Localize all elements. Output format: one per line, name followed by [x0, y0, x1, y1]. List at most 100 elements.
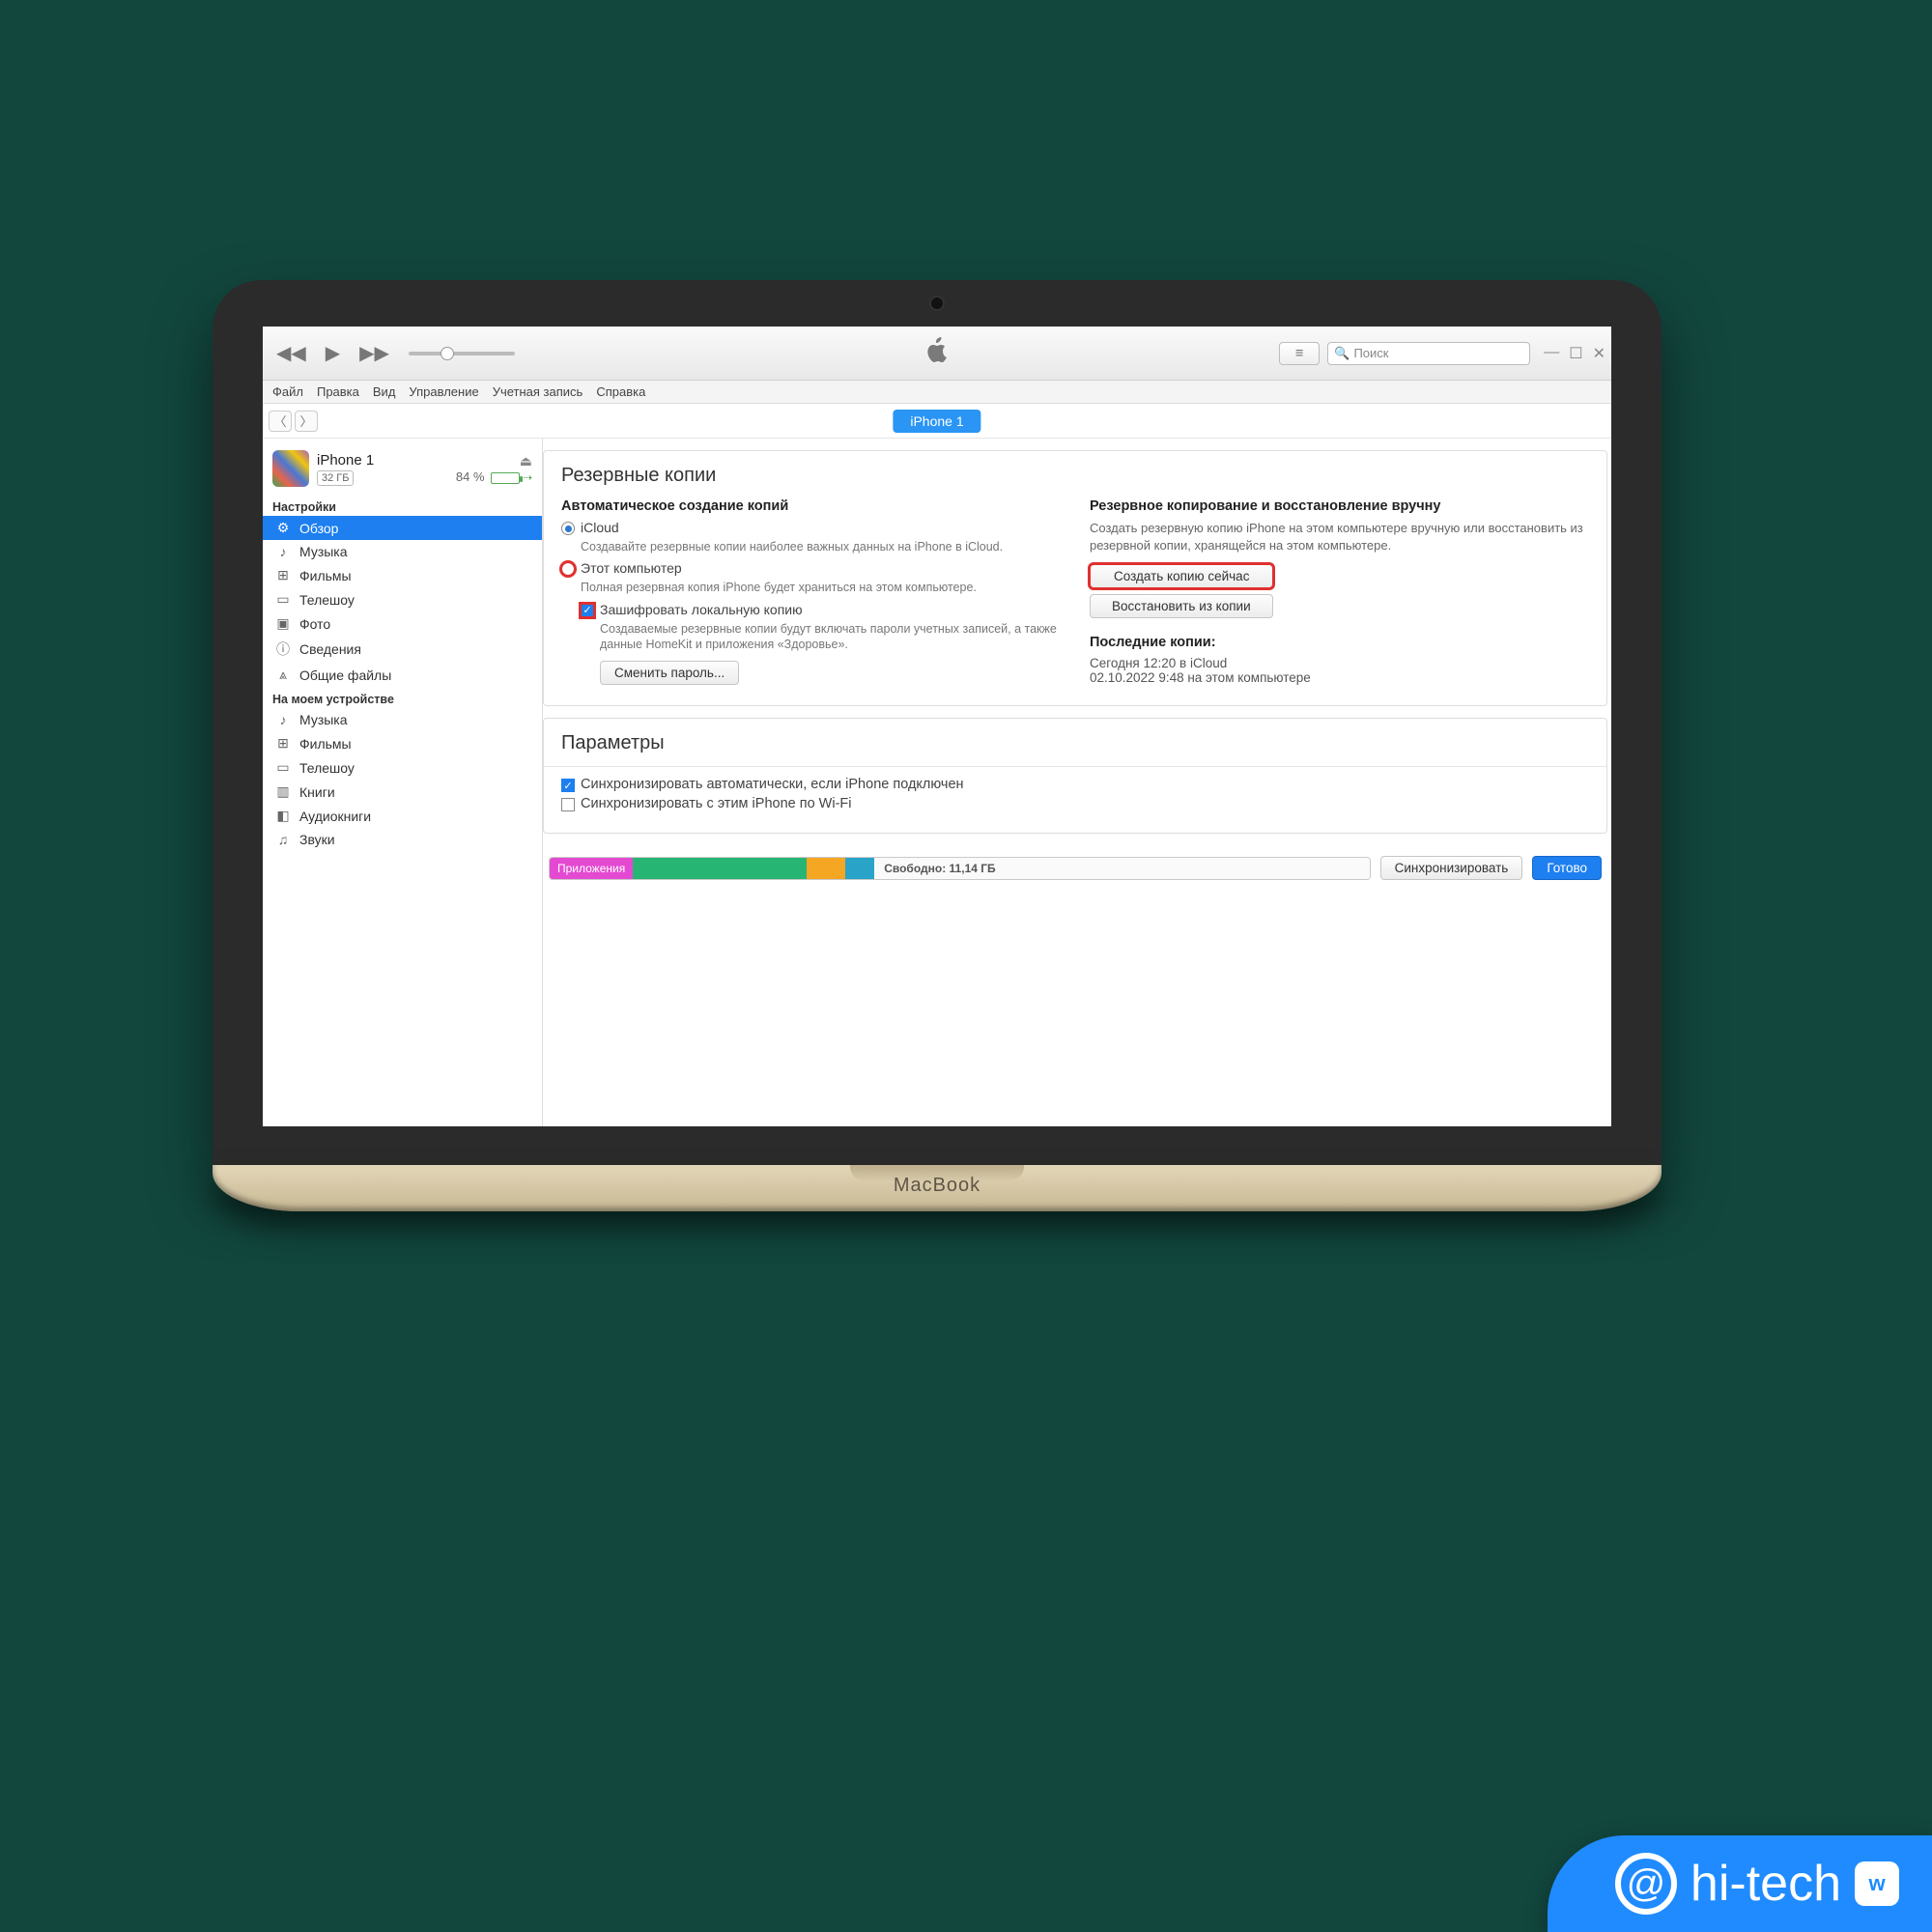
sidebar-item-settings-6[interactable]: ⩓Общие файлы	[263, 663, 542, 687]
checkbox-auto-sync[interactable]: ✓ Синхронизировать автоматически, если i…	[561, 777, 1589, 792]
sidebar-item-settings-4[interactable]: ▣Фото	[263, 611, 542, 636]
screen: ◀◀ ▶ ▶▶ ≡ 🔍 Поиск — ☐ ✕	[263, 327, 1611, 1126]
back-button[interactable]: 〈	[269, 411, 292, 432]
next-track-button[interactable]: ▶▶	[354, 339, 395, 367]
last-backup-line2: 02.10.2022 9:48 на этом компьютере	[1090, 670, 1589, 685]
watermark-badge: @ hi-tech w	[1548, 1835, 1932, 1932]
sidebar-item-label: Музыка	[299, 544, 348, 559]
menu-edit[interactable]: Правка	[317, 384, 359, 399]
encrypt-desc: Создаваемые резервные копии будут включа…	[600, 621, 1061, 653]
storage-bar: Приложения Свободно: 11,14 ГБ	[549, 857, 1371, 880]
sidebar-icon: ⩓	[274, 667, 292, 683]
laptop-label: MacBook	[213, 1175, 1662, 1197]
radio-this-computer-dot	[561, 562, 575, 576]
minimize-button[interactable]: —	[1544, 344, 1559, 363]
device-block[interactable]: iPhone 1 32 ГБ ⏏ 84 % ⇢	[263, 444, 542, 495]
sidebar-item-device-3[interactable]: ▥Книги	[263, 780, 542, 804]
menu-controls[interactable]: Управление	[409, 384, 478, 399]
sidebar-icon: ⓘ	[274, 639, 292, 659]
backups-title: Резервные копии	[561, 465, 1589, 487]
sidebar-icon: ⊞	[274, 735, 292, 752]
sidebar-icon: ♫	[274, 832, 292, 847]
menu-view[interactable]: Вид	[373, 384, 396, 399]
maximize-button[interactable]: ☐	[1569, 344, 1582, 363]
sidebar-item-device-4[interactable]: ◧Аудиокниги	[263, 804, 542, 828]
sidebar-icon: ⊞	[274, 567, 292, 583]
sidebar-item-settings-3[interactable]: ▭ Телешоу	[263, 587, 542, 611]
battery-percent: 84 %	[456, 469, 485, 484]
manual-backup-heading: Резервное копирование и восстановление в…	[1090, 498, 1589, 514]
restore-button[interactable]: Восстановить из копии	[1090, 594, 1273, 618]
search-placeholder: Поиск	[1353, 346, 1388, 360]
sidebar-icon: ♪	[274, 712, 292, 727]
play-button[interactable]: ▶	[320, 339, 346, 367]
laptop-bezel: ◀◀ ▶ ▶▶ ≡ 🔍 Поиск — ☐ ✕	[213, 280, 1662, 1165]
laptop-frame: ◀◀ ▶ ▶▶ ≡ 🔍 Поиск — ☐ ✕	[213, 280, 1662, 1211]
storage-seg-other	[807, 858, 845, 879]
menu-account[interactable]: Учетная запись	[493, 384, 583, 399]
camera-dot	[931, 298, 943, 309]
sidebar-item-device-2[interactable]: ▭Телешоу	[263, 755, 542, 780]
sidebar-item-settings-5[interactable]: ⓘСведения	[263, 636, 542, 663]
icloud-desc: Создавайте резервные копии наиболее важн…	[581, 539, 1061, 554]
params-title: Параметры	[561, 732, 1589, 754]
sidebar-item-label: Аудиокниги	[299, 809, 371, 824]
sidebar-item-label: Фото	[299, 616, 330, 632]
volume-slider[interactable]	[409, 352, 515, 355]
charging-icon: ⇢	[524, 472, 532, 484]
sidebar-item-settings-0[interactable]: ⚙ Обзор	[263, 516, 542, 540]
sidebar-item-label: Фильмы	[299, 568, 352, 583]
sidebar-icon: ▭	[274, 591, 292, 608]
menubar: Файл Правка Вид Управление Учетная запис…	[263, 381, 1611, 404]
last-backups-heading: Последние копии:	[1090, 635, 1589, 650]
radio-icloud[interactable]: iCloud	[561, 520, 1061, 535]
prev-track-button[interactable]: ◀◀	[270, 339, 312, 367]
close-button[interactable]: ✕	[1593, 344, 1605, 363]
backups-panel: Резервные копии Автоматическое создание …	[543, 450, 1607, 706]
storage-seg-apps: Приложения	[550, 858, 633, 879]
sidebar-item-device-0[interactable]: ♪ Музыка	[263, 708, 542, 731]
checkbox-encrypt-box: ✓	[581, 604, 594, 617]
vk-icon: w	[1855, 1861, 1899, 1906]
sidebar-item-label: Музыка	[299, 712, 348, 727]
auto-backup-heading: Автоматическое создание копий	[561, 498, 1061, 514]
sidebar-item-settings-1[interactable]: ♪Музыка	[263, 540, 542, 563]
manual-desc: Создать резервную копию iPhone на этом к…	[1090, 520, 1589, 554]
search-icon: 🔍	[1334, 346, 1350, 361]
main-content: Резервные копии Автоматическое создание …	[543, 439, 1611, 1126]
search-input[interactable]: 🔍 Поиск	[1327, 342, 1530, 365]
device-pill[interactable]: iPhone 1	[893, 410, 980, 433]
sidebar-item-settings-2[interactable]: ⊞ Фильмы	[263, 563, 542, 587]
change-password-button[interactable]: Сменить пароль...	[600, 661, 739, 685]
sidebar-item-label: Звуки	[299, 832, 335, 847]
sidebar-item-label: Обзор	[299, 521, 338, 536]
sidebar-header-on-device: На моем устройстве	[263, 687, 542, 708]
menu-help[interactable]: Справка	[596, 384, 645, 399]
nav-row: 〈 〉 iPhone 1	[263, 404, 1611, 439]
forward-button[interactable]: 〉	[295, 411, 318, 432]
menu-file[interactable]: Файл	[272, 384, 303, 399]
checkbox-encrypt[interactable]: ✓ Зашифровать локальную копию	[581, 602, 1061, 617]
sidebar-icon: ▭	[274, 759, 292, 776]
device-name: iPhone 1	[317, 452, 448, 469]
backup-now-button[interactable]: Создать копию сейчас	[1090, 564, 1273, 588]
battery-icon	[491, 472, 520, 484]
checkbox-wifi-sync[interactable]: Синхронизировать с этим iPhone по Wi-Fi	[561, 796, 1589, 811]
sidebar-icon: ⚙	[274, 520, 292, 536]
radio-icloud-dot	[561, 522, 575, 535]
sidebar-header-settings: Настройки	[263, 495, 542, 516]
sidebar: iPhone 1 32 ГБ ⏏ 84 % ⇢ Настройк	[263, 439, 543, 1126]
storage-seg-system	[845, 858, 874, 879]
sidebar-item-device-1[interactable]: ⊞ Фильмы	[263, 731, 542, 755]
titlebar: ◀◀ ▶ ▶▶ ≡ 🔍 Поиск — ☐ ✕	[263, 327, 1611, 381]
sidebar-item-label: Фильмы	[299, 736, 352, 752]
this-pc-desc: Полная резервная копия iPhone будет хран…	[581, 580, 1061, 595]
sidebar-item-device-5[interactable]: ♫ Звуки	[263, 828, 542, 851]
eject-icon[interactable]: ⏏	[456, 453, 532, 469]
list-view-button[interactable]: ≡	[1279, 342, 1320, 365]
done-button[interactable]: Готово	[1532, 856, 1602, 880]
radio-this-computer[interactable]: Этот компьютер	[561, 560, 1061, 576]
sidebar-item-label: Телешоу	[299, 592, 355, 608]
storage-free-label: Свободно: 11,14 ГБ	[874, 858, 1369, 879]
sync-button[interactable]: Синхронизировать	[1380, 856, 1523, 880]
